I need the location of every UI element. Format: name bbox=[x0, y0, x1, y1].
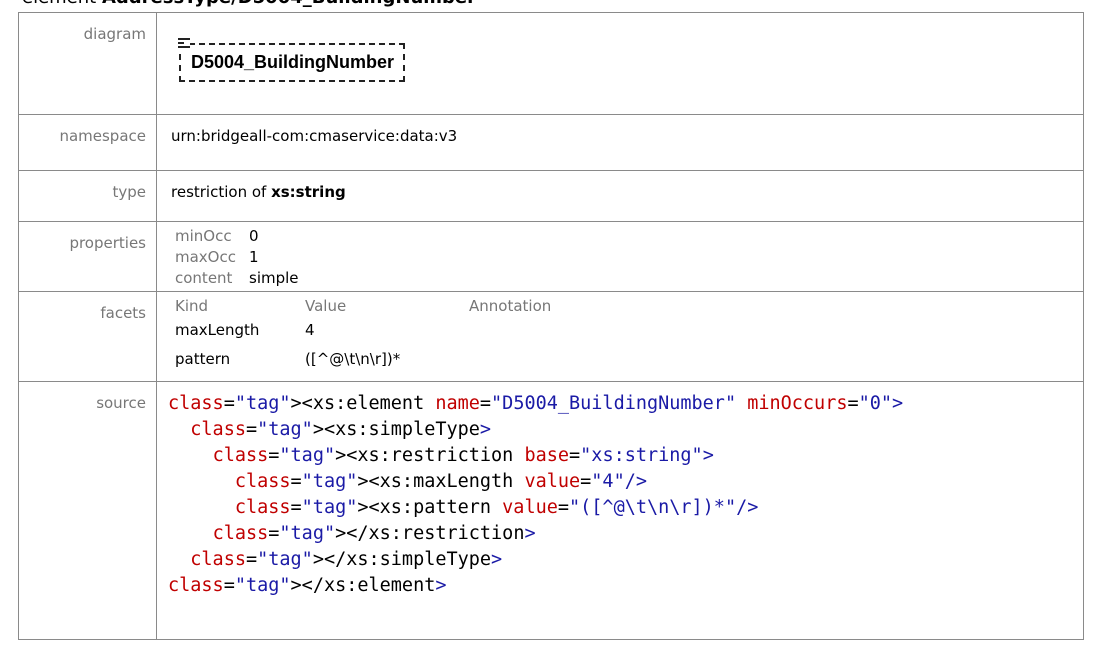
property-value: 1 bbox=[249, 248, 259, 266]
heading-prefix: element bbox=[22, 0, 102, 8]
facet-annotation bbox=[469, 316, 1071, 345]
type-value: restriction of xs:string bbox=[156, 170, 1084, 222]
type-row: type restriction of xs:string bbox=[18, 170, 1084, 222]
facet-kind: pattern bbox=[175, 350, 231, 368]
element-list-icon bbox=[178, 36, 190, 50]
property-key: maxOcc bbox=[175, 248, 236, 266]
source-line: class="tag"></xs:restriction> bbox=[212, 523, 536, 544]
source-row: source class="tag"><xs:element name="D50… bbox=[18, 381, 1084, 640]
facet-kind: maxLength bbox=[175, 321, 260, 339]
facets-table: Kind Value Annotation maxLength 4 patter… bbox=[175, 296, 1071, 374]
properties-label: properties bbox=[18, 221, 157, 292]
source-line: class="tag"><xs:element name="D5004_Buil… bbox=[168, 393, 904, 414]
source-label: source bbox=[18, 381, 157, 640]
property-value: 0 bbox=[249, 227, 259, 245]
source-line: class="tag"><xs:pattern value="([^@\t\n\… bbox=[234, 497, 759, 518]
heading-element-name: AddressType/D5004_BuildingNumber bbox=[102, 0, 476, 8]
properties-list: minOcc 0 maxOcc 1 content simple bbox=[175, 226, 1071, 289]
facet-header-kind: Kind bbox=[175, 297, 209, 315]
facets-label: facets bbox=[18, 291, 157, 382]
page-heading: element AddressType/D5004_BuildingNumber bbox=[22, 0, 476, 9]
facet-value: ([^@\t\n\r])* bbox=[305, 350, 401, 368]
facet-annotation bbox=[469, 345, 1071, 374]
namespace-label: namespace bbox=[18, 114, 157, 171]
facet-header-value: Value bbox=[305, 297, 347, 315]
namespace-value: urn:bridgeall-com:cmaservice:data:v3 bbox=[156, 114, 1084, 171]
source-line: class="tag"></xs:element> bbox=[168, 575, 447, 596]
source-line: class="tag"><xs:simpleType> bbox=[190, 419, 492, 440]
property-key: content bbox=[175, 269, 233, 287]
facet-header-annotation: Annotation bbox=[469, 297, 552, 315]
diagram-label: diagram bbox=[18, 12, 157, 115]
namespace-row: namespace urn:bridgeall-com:cmaservice:d… bbox=[18, 114, 1084, 171]
source-line: class="tag"><xs:maxLength value="4"/> bbox=[234, 471, 647, 492]
type-value-prefix: restriction of bbox=[171, 183, 272, 201]
properties-row: properties minOcc 0 maxOcc 1 content sim… bbox=[18, 221, 1084, 292]
element-documentation-table: diagram D5004_BuildingNumber namespace u… bbox=[18, 12, 1084, 640]
facet-value: 4 bbox=[305, 321, 315, 339]
source-line: class="tag"></xs:simpleType> bbox=[190, 549, 503, 570]
property-key: minOcc bbox=[175, 227, 232, 245]
type-base-link[interactable]: xs:string bbox=[271, 183, 346, 201]
diagram-element-name: D5004_BuildingNumber bbox=[191, 52, 395, 72]
type-label: type bbox=[18, 170, 157, 222]
property-value: simple bbox=[249, 269, 299, 287]
element-diagram-box[interactable]: D5004_BuildingNumber bbox=[178, 36, 406, 82]
facets-row: facets Kind Value Annotation maxLength 4… bbox=[18, 291, 1084, 382]
source-code-block: class="tag"><xs:element name="D5004_Buil… bbox=[168, 391, 1071, 599]
diagram-row: diagram D5004_BuildingNumber bbox=[18, 12, 1084, 115]
source-line: class="tag"><xs:restriction base="xs:str… bbox=[212, 445, 714, 466]
